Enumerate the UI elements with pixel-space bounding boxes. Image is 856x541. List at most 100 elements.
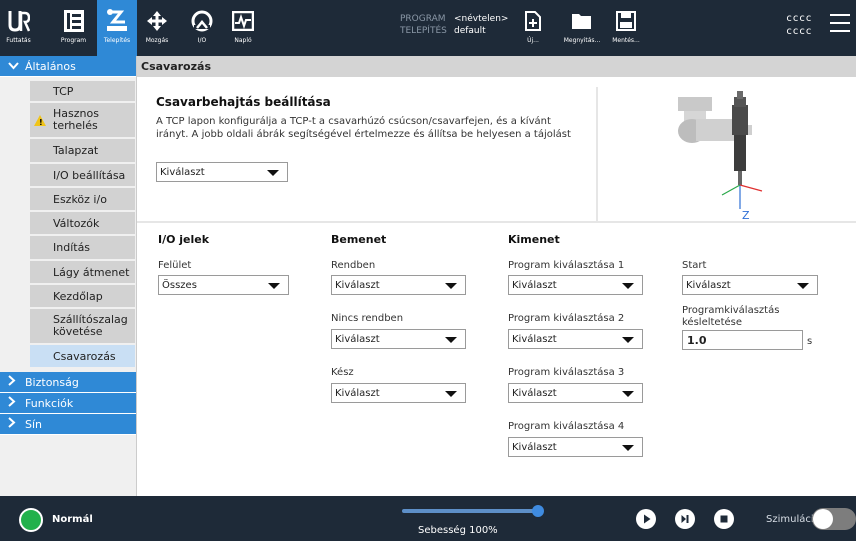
output-program-select-1[interactable]: Kiválaszt: [508, 275, 643, 295]
installation-name: default: [454, 26, 486, 36]
orientation-diagram: Z: [596, 87, 856, 223]
chevron-down-icon: [445, 391, 457, 397]
play-icon: [644, 514, 651, 524]
setup-heading: Csavarbehajtás beállítása: [156, 95, 331, 109]
nav-program-button[interactable]: Program: [55, 0, 92, 56]
move-icon: [146, 6, 168, 36]
log-button[interactable]: Napló: [228, 0, 258, 56]
step-button[interactable]: [675, 509, 695, 529]
io-icon: [190, 6, 214, 36]
setup-section: Csavarbehajtás beállítása A TCP lapon ko…: [137, 87, 592, 223]
screwdriver-select[interactable]: Kiválaszt: [156, 162, 288, 182]
sidebar-section-track[interactable]: Sín: [0, 414, 136, 435]
stop-button[interactable]: [714, 509, 734, 529]
delay-input[interactable]: 1.0: [682, 330, 803, 350]
input-label-not-ok: Nincs rendben: [331, 313, 404, 324]
dropdown-value: Kiválaszt: [512, 441, 557, 453]
play-button[interactable]: [636, 509, 656, 529]
speed-slider-handle[interactable]: [532, 505, 544, 517]
sidebar-item-label: Kezdőlap: [53, 289, 103, 303]
nav-installation-button[interactable]: Telepítés: [97, 0, 137, 56]
output-label-1: Program kiválasztása 1: [508, 260, 625, 271]
folder-open-icon: [571, 6, 593, 36]
sidebar-item-startup[interactable]: Indítás: [30, 236, 135, 261]
new-file-button[interactable]: Új...: [518, 0, 548, 56]
sidebar-item-label: Csavarozás: [53, 349, 116, 363]
warning-icon: !: [34, 115, 46, 127]
input-heading: Bemenet: [331, 233, 387, 246]
delay-label-line-1: Programkiválasztás: [682, 305, 780, 316]
io-button[interactable]: I/O: [187, 0, 217, 56]
installation-key: TELEPÍTÉS: [400, 26, 447, 36]
output-program-select-4[interactable]: Kiválaszt: [508, 437, 643, 457]
new-file-label: Új...: [527, 37, 539, 44]
dropdown-value: Kiválaszt: [160, 166, 205, 178]
dropdown-value: Kiválaszt: [335, 387, 380, 399]
save-button[interactable]: Mentés...: [608, 0, 644, 56]
move-button[interactable]: Mozgás: [142, 0, 172, 56]
sidebar-item-label: Talapzat: [53, 144, 99, 157]
sidebar-item-payload[interactable]: ! Hasznos terhelés: [30, 103, 135, 139]
nav-run-button[interactable]: Futtatás: [0, 0, 37, 56]
nav-installation-label: Telepítés: [103, 37, 131, 44]
sidebar-item-tool-io[interactable]: Eszköz i/o: [30, 188, 135, 212]
sidebar-item-smooth-transition[interactable]: Lágy átmenet: [30, 261, 135, 285]
interface-select[interactable]: Összes: [158, 275, 289, 295]
program-info: PROGRAM <névtelen> TELEPÍTÉS default: [400, 13, 508, 37]
status-indicator-icon[interactable]: [19, 508, 43, 532]
footer-bar: Normál Sebesség 100% Szimuláció: [0, 496, 856, 541]
delay-unit: s: [807, 336, 813, 347]
sidebar-item-label: I/O beállítása: [53, 168, 126, 182]
start-select[interactable]: Kiválaszt: [682, 275, 818, 295]
sidebar-item-io-setup[interactable]: I/O beállítása: [30, 164, 135, 188]
program-icon: [63, 6, 85, 36]
stop-icon: [720, 515, 728, 523]
dropdown-value: Összes: [162, 279, 197, 291]
output-label-3: Program kiválasztása 3: [508, 367, 625, 378]
sidebar-section-features[interactable]: Funkciók: [0, 393, 136, 414]
sidebar-item-conveyor-tracking[interactable]: Szállítószalag követése: [30, 309, 135, 345]
chevron-right-icon: [8, 396, 18, 410]
chevron-down-icon: [622, 283, 634, 289]
chevron-down-icon: [445, 337, 457, 343]
sidebar-section-general-label: Általános: [25, 59, 76, 73]
output-program-select-3[interactable]: Kiválaszt: [508, 383, 643, 403]
hamburger-menu-icon[interactable]: [830, 14, 850, 32]
input-ok-select[interactable]: Kiválaszt: [331, 275, 466, 295]
chevron-down-icon: [267, 170, 279, 176]
speed-slider[interactable]: [402, 509, 538, 513]
sidebar-section-safety[interactable]: Biztonság: [0, 372, 136, 393]
output-program-select-2[interactable]: Kiválaszt: [508, 329, 643, 349]
open-button[interactable]: Megnyitás...: [560, 0, 604, 56]
sidebar-item-label: Hasznos terhelés: [53, 107, 99, 132]
chevron-down-icon: [622, 445, 634, 451]
input-label-ok: Rendben: [331, 260, 376, 271]
sidebar-item-home[interactable]: Kezdőlap: [30, 285, 135, 309]
new-file-icon: [525, 6, 541, 36]
dropdown-value: Kiválaszt: [686, 279, 731, 291]
sidebar-item-screwdriving[interactable]: Csavarozás: [30, 345, 135, 369]
sidebar-item-label: Változók: [53, 216, 100, 230]
user-code-1: cccc: [786, 13, 813, 24]
dropdown-value: Kiválaszt: [335, 333, 380, 345]
nav-program-label: Program: [60, 37, 87, 44]
section-divider: [137, 221, 856, 223]
sidebar: Általános TCP ! Hasznos terhelés Talapza…: [0, 56, 137, 496]
input-done-select[interactable]: Kiválaszt: [331, 383, 466, 403]
input-not-ok-select[interactable]: Kiválaszt: [331, 329, 466, 349]
nav-run-label: Futtatás: [6, 37, 31, 44]
sidebar-section-label: Funkciók: [25, 396, 74, 410]
sidebar-section-label: Biztonság: [25, 375, 79, 389]
setup-text-line-2: irányt. A jobb oldali ábrák segítségével…: [156, 129, 571, 140]
output-heading: Kimenet: [508, 233, 560, 246]
sidebar-item-tcp[interactable]: TCP: [30, 81, 135, 103]
chevron-down-icon: [622, 337, 634, 343]
sidebar-item-mounting[interactable]: Talapzat: [30, 139, 135, 164]
sidebar-item-label: Eszköz i/o: [53, 192, 107, 206]
sidebar-item-variables[interactable]: Változók: [30, 212, 135, 236]
dropdown-value: Kiválaszt: [512, 333, 557, 345]
sidebar-section-general[interactable]: Általános: [0, 56, 136, 77]
setup-text-line-1: A TCP lapon konfigurálja a TCP-t a csava…: [156, 116, 551, 127]
sidebar-item-label: Indítás: [53, 241, 91, 254]
simulation-toggle[interactable]: [812, 508, 856, 530]
